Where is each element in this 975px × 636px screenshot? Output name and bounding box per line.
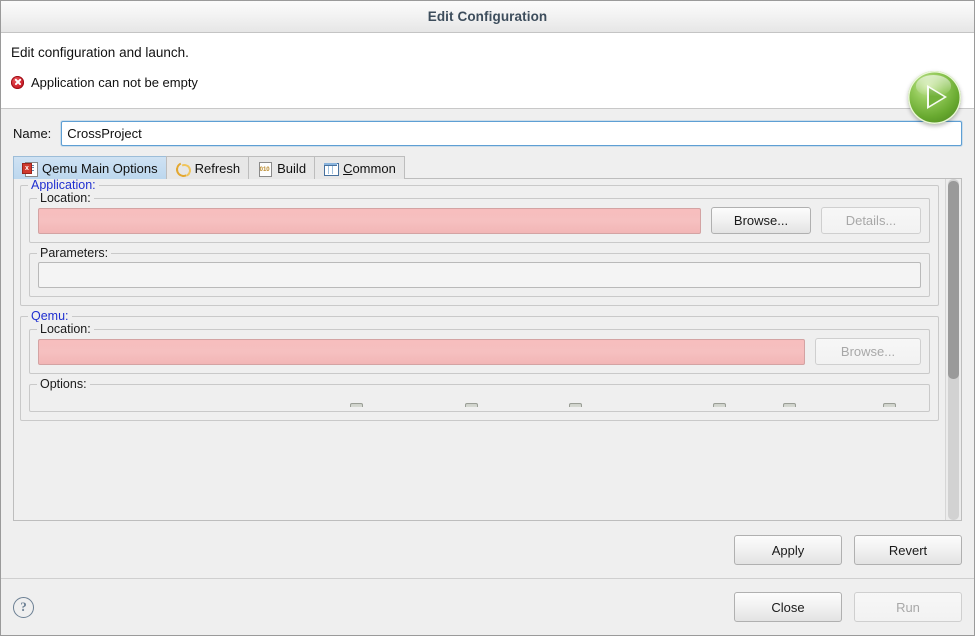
tab-common-label-rest: ommon xyxy=(352,160,396,176)
refresh-arrows-icon xyxy=(173,159,194,180)
application-location-input[interactable] xyxy=(38,207,701,234)
tab-content-scroll-area: Application: Location: Browse... Details… xyxy=(14,179,945,520)
binary-file-icon: 010 xyxy=(257,161,273,177)
apply-revert-bar: Apply Revert xyxy=(13,521,962,578)
tab-build[interactable]: 010 Build xyxy=(248,156,315,179)
apply-button[interactable]: Apply xyxy=(734,535,842,565)
dialog-titlebar: Edit Configuration xyxy=(1,1,974,33)
qemu-location-title: Location: xyxy=(37,322,94,336)
tab-qemu-main-options[interactable]: x Qemu Main Options xyxy=(13,156,166,179)
edit-configuration-dialog: Edit Configuration Edit configuration an… xyxy=(0,0,975,636)
qemu-option-checkbox[interactable] xyxy=(783,403,796,407)
application-parameters-input[interactable] xyxy=(38,262,921,288)
qemu-location-group: Location: Browse... xyxy=(29,322,930,374)
qemu-option-checkbox[interactable] xyxy=(465,403,478,407)
footer-buttons: Close Run xyxy=(734,592,962,622)
application-location-group: Location: Browse... Details... xyxy=(29,191,930,243)
name-label: Name: xyxy=(13,126,52,141)
dialog-title: Edit Configuration xyxy=(427,9,548,24)
application-location-browse-button[interactable]: Browse... xyxy=(711,207,811,234)
content-vertical-scrollbar[interactable] xyxy=(945,179,961,520)
qemu-options-group: Options: xyxy=(29,377,930,412)
qemu-options-checkbox-row xyxy=(38,395,921,407)
qemu-option-checkbox[interactable] xyxy=(569,403,582,407)
error-circle-icon xyxy=(11,75,24,89)
qemu-option-checkbox[interactable] xyxy=(350,403,363,407)
tab-refresh[interactable]: Refresh xyxy=(165,156,249,180)
header-description: Edit configuration and launch. xyxy=(11,45,189,60)
qemu-options-title: Options: xyxy=(37,377,90,391)
tab-common-label: Common xyxy=(343,160,396,176)
scrollbar-thumb[interactable] xyxy=(948,181,959,379)
application-location-title: Location: xyxy=(37,191,94,205)
name-row: Name: xyxy=(13,121,962,146)
application-group: Application: Location: Browse... Details… xyxy=(20,179,939,306)
header-error-message: Application can not be empty xyxy=(31,74,198,90)
header-error-row: Application can not be empty xyxy=(11,73,974,91)
file-error-icon: x xyxy=(22,161,38,177)
tab-common[interactable]: Common xyxy=(314,156,405,179)
qemu-group: Qemu: Location: Browse... Options: xyxy=(20,309,939,421)
green-run-play-icon xyxy=(908,71,961,124)
dialog-header: Edit configuration and launch. Applicati… xyxy=(1,33,974,124)
application-parameters-group: Parameters: xyxy=(29,246,930,297)
tab-qemu-main-options-label: Qemu Main Options xyxy=(42,160,158,176)
name-input[interactable] xyxy=(61,121,962,146)
qemu-location-browse-button[interactable]: Browse... xyxy=(815,338,921,365)
close-button[interactable]: Close xyxy=(734,592,842,622)
revert-button[interactable]: Revert xyxy=(854,535,962,565)
qemu-option-checkbox[interactable] xyxy=(883,403,896,407)
tab-build-label: Build xyxy=(277,160,307,176)
application-parameters-row xyxy=(38,262,921,288)
application-parameters-title: Parameters: xyxy=(37,246,112,260)
tab-refresh-label: Refresh xyxy=(194,160,241,176)
tab-strip: x Qemu Main Options Refresh 010 Build Co… xyxy=(13,156,962,180)
run-button[interactable]: Run xyxy=(854,592,962,622)
dialog-body: Name: x Qemu Main Options Refresh xyxy=(1,109,974,578)
dialog-footer: ? Close Run xyxy=(1,578,974,635)
qemu-group-title: Qemu: xyxy=(28,309,72,323)
tab-content-panel: Application: Location: Browse... Details… xyxy=(13,178,962,521)
qemu-location-input[interactable] xyxy=(38,338,805,365)
qemu-location-row: Browse... xyxy=(38,338,921,365)
help-question-icon[interactable]: ? xyxy=(13,596,34,618)
application-location-row: Browse... Details... xyxy=(38,207,921,234)
qemu-option-checkbox[interactable] xyxy=(713,403,726,407)
window-table-icon xyxy=(323,161,340,176)
application-location-details-button[interactable]: Details... xyxy=(821,207,921,234)
